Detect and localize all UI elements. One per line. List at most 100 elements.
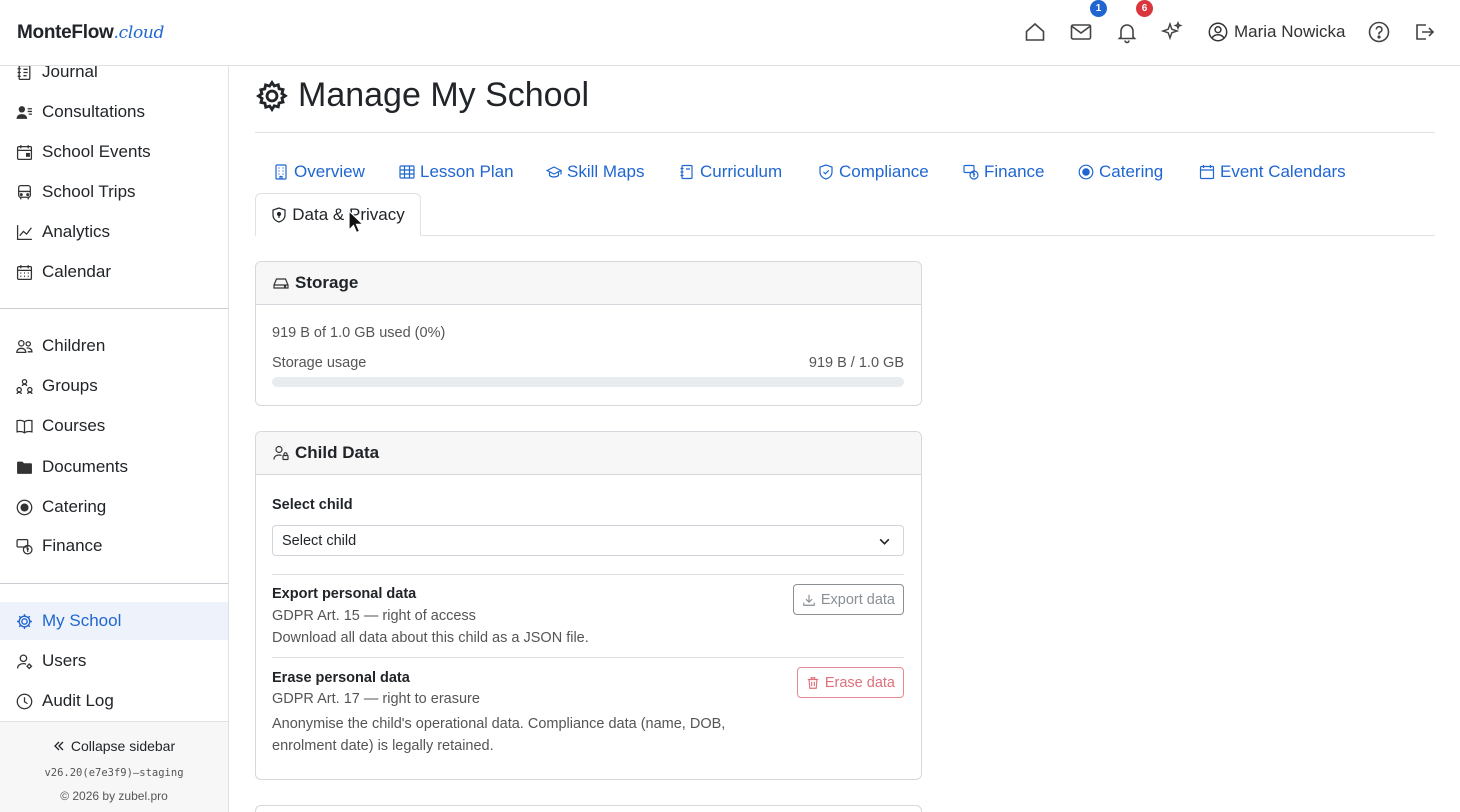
bell-icon[interactable] bbox=[1115, 20, 1139, 44]
sidebar-item-label: School Events bbox=[42, 142, 151, 161]
export-description: Download all data about this child as a … bbox=[272, 630, 589, 646]
sidebar-item-label: School Trips bbox=[42, 182, 136, 201]
sparkles-icon[interactable] bbox=[1160, 20, 1184, 44]
sidebar-footer: Collapse sidebar v26.20(e7e3f9)—staging … bbox=[0, 721, 228, 812]
mail-icon[interactable] bbox=[1069, 20, 1093, 44]
trash-icon bbox=[806, 676, 820, 690]
tab-lesson-plan[interactable]: Lesson Plan bbox=[399, 159, 514, 185]
collapse-sidebar-button[interactable]: Collapse sidebar bbox=[0, 738, 228, 754]
hdd-icon bbox=[273, 275, 289, 291]
tab-overview[interactable]: Overview bbox=[273, 159, 365, 185]
sidebar-item-label: Calendar bbox=[42, 262, 111, 281]
user-menu[interactable]: Maria Nowicka bbox=[1207, 21, 1345, 43]
storage-usage-value: 919 B / 1.0 GB bbox=[808, 355, 904, 371]
sidebar-item-label: Groups bbox=[42, 376, 98, 395]
storage-card-header: Storage bbox=[256, 262, 921, 305]
export-title: Export personal data bbox=[272, 586, 417, 602]
collapse-sidebar-label: Collapse sidebar bbox=[70, 738, 176, 754]
sidebar-item-label: My School bbox=[42, 611, 122, 630]
shield-lock-icon bbox=[271, 206, 287, 223]
catering-icon bbox=[1078, 164, 1094, 180]
select-child-value: Select child bbox=[282, 532, 357, 549]
storage-title: Storage bbox=[295, 273, 359, 292]
section-divider bbox=[272, 574, 904, 575]
sidebar-item-catering[interactable]: Catering bbox=[0, 488, 228, 526]
children-icon bbox=[16, 338, 33, 355]
tab-data-privacy[interactable]: Data & Privacy bbox=[255, 193, 421, 236]
sidebar-item-label: Children bbox=[42, 336, 106, 355]
home-icon[interactable] bbox=[1023, 20, 1047, 44]
sidebar-item-children[interactable]: Children bbox=[0, 327, 228, 365]
select-child-dropdown[interactable]: Select child bbox=[272, 525, 904, 556]
section-divider bbox=[272, 657, 904, 658]
calendar-icon bbox=[16, 264, 33, 281]
storage-progress-bar bbox=[272, 377, 904, 387]
user-circle-icon bbox=[1207, 21, 1229, 43]
sidebar-item-groups[interactable]: Groups bbox=[0, 367, 228, 405]
user-name: Maria Nowicka bbox=[1234, 22, 1346, 41]
sidebar-item-calendar[interactable]: Calendar bbox=[0, 253, 228, 291]
people-icon bbox=[16, 104, 33, 121]
help-icon[interactable] bbox=[1367, 20, 1391, 44]
top-bar: MonteFlow.cloud 1 6 Maria Nowicka bbox=[0, 0, 1460, 66]
page-title-text: Manage My School bbox=[298, 76, 590, 114]
sidebar-item-my-school[interactable]: My School bbox=[0, 602, 228, 640]
sidebar-divider bbox=[0, 583, 228, 584]
logout-icon[interactable] bbox=[1412, 20, 1436, 44]
sidebar-item-consultations[interactable]: Consultations bbox=[0, 93, 228, 131]
tab-label: Catering bbox=[1099, 162, 1164, 181]
child-data-card: Child Data Select child Select child Exp… bbox=[255, 431, 922, 780]
sidebar-item-analytics[interactable]: Analytics bbox=[0, 213, 228, 251]
users-icon bbox=[16, 653, 33, 670]
tab-label: Curriculum bbox=[700, 162, 783, 181]
erase-title: Erase personal data bbox=[272, 670, 410, 686]
tab-label: Skill Maps bbox=[567, 162, 645, 181]
copyright-label: © 2026 by zubel.pro bbox=[60, 789, 168, 803]
child-data-title: Child Data bbox=[295, 443, 380, 462]
calendar-event-icon bbox=[16, 144, 33, 161]
export-data-button[interactable]: Export data bbox=[792, 584, 904, 615]
sidebar-item-courses[interactable]: Courses bbox=[0, 407, 228, 445]
mortarboard-icon bbox=[546, 164, 562, 180]
page-title: Manage My School bbox=[255, 76, 589, 115]
finance-icon bbox=[963, 164, 979, 180]
sidebar-item-audit-log[interactable]: Audit Log bbox=[0, 682, 228, 720]
tab-skill-maps[interactable]: Skill Maps bbox=[546, 159, 644, 185]
gear-icon bbox=[16, 613, 33, 630]
storage-usage-label: Storage usage bbox=[272, 355, 367, 371]
notifications-badge: 6 bbox=[1136, 0, 1153, 17]
tab-label: Overview bbox=[294, 162, 365, 181]
sidebar-item-users[interactable]: Users bbox=[0, 642, 228, 680]
sidebar-divider bbox=[0, 308, 228, 309]
tab-curriculum[interactable]: Curriculum bbox=[679, 159, 782, 185]
sidebar-item-label: Audit Log bbox=[42, 691, 114, 710]
tab-event-calendars[interactable]: Event Calendars bbox=[1199, 159, 1346, 185]
erase-description: Anonymise the child's operational data. … bbox=[272, 716, 726, 754]
tab-compliance[interactable]: Compliance bbox=[818, 159, 929, 185]
chevron-double-left-icon bbox=[53, 740, 65, 752]
sidebar-item-school-trips[interactable]: School Trips bbox=[0, 173, 228, 211]
sidebar-item-label: Finance bbox=[42, 536, 103, 555]
building-icon bbox=[273, 164, 289, 180]
export-button-label: Export data bbox=[820, 591, 895, 608]
storage-summary: 919 B of 1.0 GB used (0%) bbox=[272, 325, 446, 341]
tab-label: Lesson Plan bbox=[420, 162, 514, 181]
tab-catering[interactable]: Catering bbox=[1078, 159, 1163, 185]
sidebar-item-label: Consultations bbox=[42, 102, 146, 121]
tab-finance[interactable]: Finance bbox=[963, 159, 1044, 185]
clock-icon bbox=[16, 693, 33, 710]
app-logo[interactable]: MonteFlow.cloud bbox=[17, 22, 164, 44]
finance-icon bbox=[16, 538, 33, 555]
download-icon bbox=[802, 593, 816, 607]
sidebar-item-documents[interactable]: Documents bbox=[0, 448, 228, 486]
title-divider bbox=[255, 132, 1435, 133]
select-child-label: Select child bbox=[272, 497, 353, 513]
sidebar: Journal Consultations School Events Scho… bbox=[0, 62, 229, 812]
sidebar-item-school-events[interactable]: School Events bbox=[0, 133, 228, 171]
chart-line-icon bbox=[16, 224, 33, 241]
sidebar-item-finance[interactable]: Finance bbox=[0, 527, 228, 565]
shield-check-icon bbox=[818, 164, 834, 180]
tab-label: Finance bbox=[984, 162, 1045, 181]
erase-subtitle: GDPR Art. 17 — right to erasure bbox=[272, 691, 480, 707]
erase-data-button[interactable]: Erase data bbox=[796, 667, 904, 698]
